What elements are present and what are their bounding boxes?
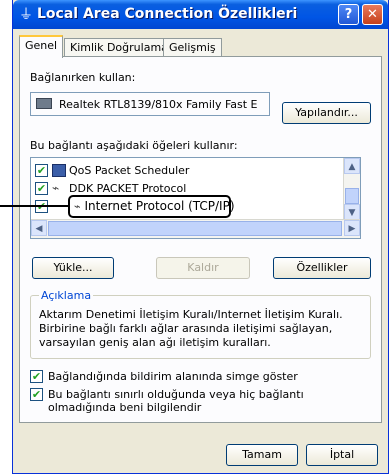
protocol-icon: ⌁ <box>52 181 60 195</box>
tab-authentication[interactable]: Kimlik Doğrulama <box>64 38 174 56</box>
network-card-icon <box>36 98 52 109</box>
connect-using-label: Bağlanırken kullan: <box>30 71 136 84</box>
scroll-up-icon[interactable]: ▲ <box>344 158 360 174</box>
adapter-field: Realtek RTL8139/810x Family Fast E <box>30 92 270 116</box>
close-button[interactable]: ✕ <box>362 4 383 25</box>
description-group: Açıklama Aktarım Denetimi İletişim Kural… <box>30 289 371 359</box>
scroll-thumb[interactable] <box>345 188 359 204</box>
notify-icon-label: Bağlandığında bildirim alanında simge gö… <box>48 370 298 383</box>
tab-general[interactable]: Genel <box>19 35 64 58</box>
items-section-label: Bu bağlantı aşağıdaki öğeleri kullanır: <box>30 139 238 152</box>
protocol-icon: ⌁ <box>74 200 81 213</box>
callout-leader-line <box>0 205 69 207</box>
help-button[interactable]: ? <box>338 4 359 25</box>
install-button[interactable]: Yükle... <box>32 257 114 279</box>
scheduler-icon <box>52 164 66 177</box>
properties-window: ⏚ Local Area Connection Özellikleri ? ✕ … <box>12 0 389 474</box>
description-text: Aktarım Denetimi İletişim Kuralı/Interne… <box>39 308 343 349</box>
scroll-down-icon[interactable]: ▼ <box>344 204 360 220</box>
configure-button[interactable]: Yapılandır... <box>282 102 371 124</box>
item-checkbox[interactable]: ✔ <box>35 182 48 195</box>
title-bar[interactable]: ⏚ Local Area Connection Özellikleri ? ✕ <box>13 0 388 29</box>
uninstall-button[interactable]: Kaldır <box>156 257 250 279</box>
item-checkbox[interactable]: ✔ <box>35 164 48 177</box>
adapter-name: Realtek RTL8139/810x Family Fast E <box>59 98 258 111</box>
hscroll-thumb[interactable] <box>48 221 342 236</box>
scroll-left-icon[interactable]: ◀ <box>31 220 47 236</box>
highlighted-item-label: Internet Protocol (TCP/IP) <box>84 199 235 213</box>
window-title: Local Area Connection Özellikleri <box>37 6 298 22</box>
tab-advanced[interactable]: Gelişmiş <box>163 38 222 56</box>
highlighted-list-item[interactable]: ⌁ Internet Protocol (TCP/IP) <box>68 195 235 218</box>
ok-button[interactable]: Tamam <box>226 444 298 466</box>
description-legend: Açıklama <box>39 289 94 302</box>
horizontal-scrollbar[interactable]: ◀ ▶ <box>31 219 360 238</box>
limited-connectivity-label: Bu bağlantı sınırlı olduğunda veya hiç b… <box>48 388 304 414</box>
notify-icon-checkbox[interactable]: ✔ <box>30 370 43 383</box>
scroll-right-icon[interactable]: ▶ <box>344 220 360 236</box>
network-icon: ⏚ <box>19 7 33 23</box>
properties-button[interactable]: Özellikler <box>273 257 371 279</box>
limited-connectivity-checkbox[interactable]: ✔ <box>30 388 43 401</box>
general-panel: Bağlanırken kullan: Realtek RTL8139/810x… <box>19 56 382 423</box>
cancel-button[interactable]: İptal <box>306 444 378 466</box>
item-label: DDK PACKET Protocol <box>69 182 187 195</box>
vertical-scrollbar[interactable]: ▲ ▼ <box>343 158 360 220</box>
item-label: QoS Packet Scheduler <box>69 164 190 177</box>
